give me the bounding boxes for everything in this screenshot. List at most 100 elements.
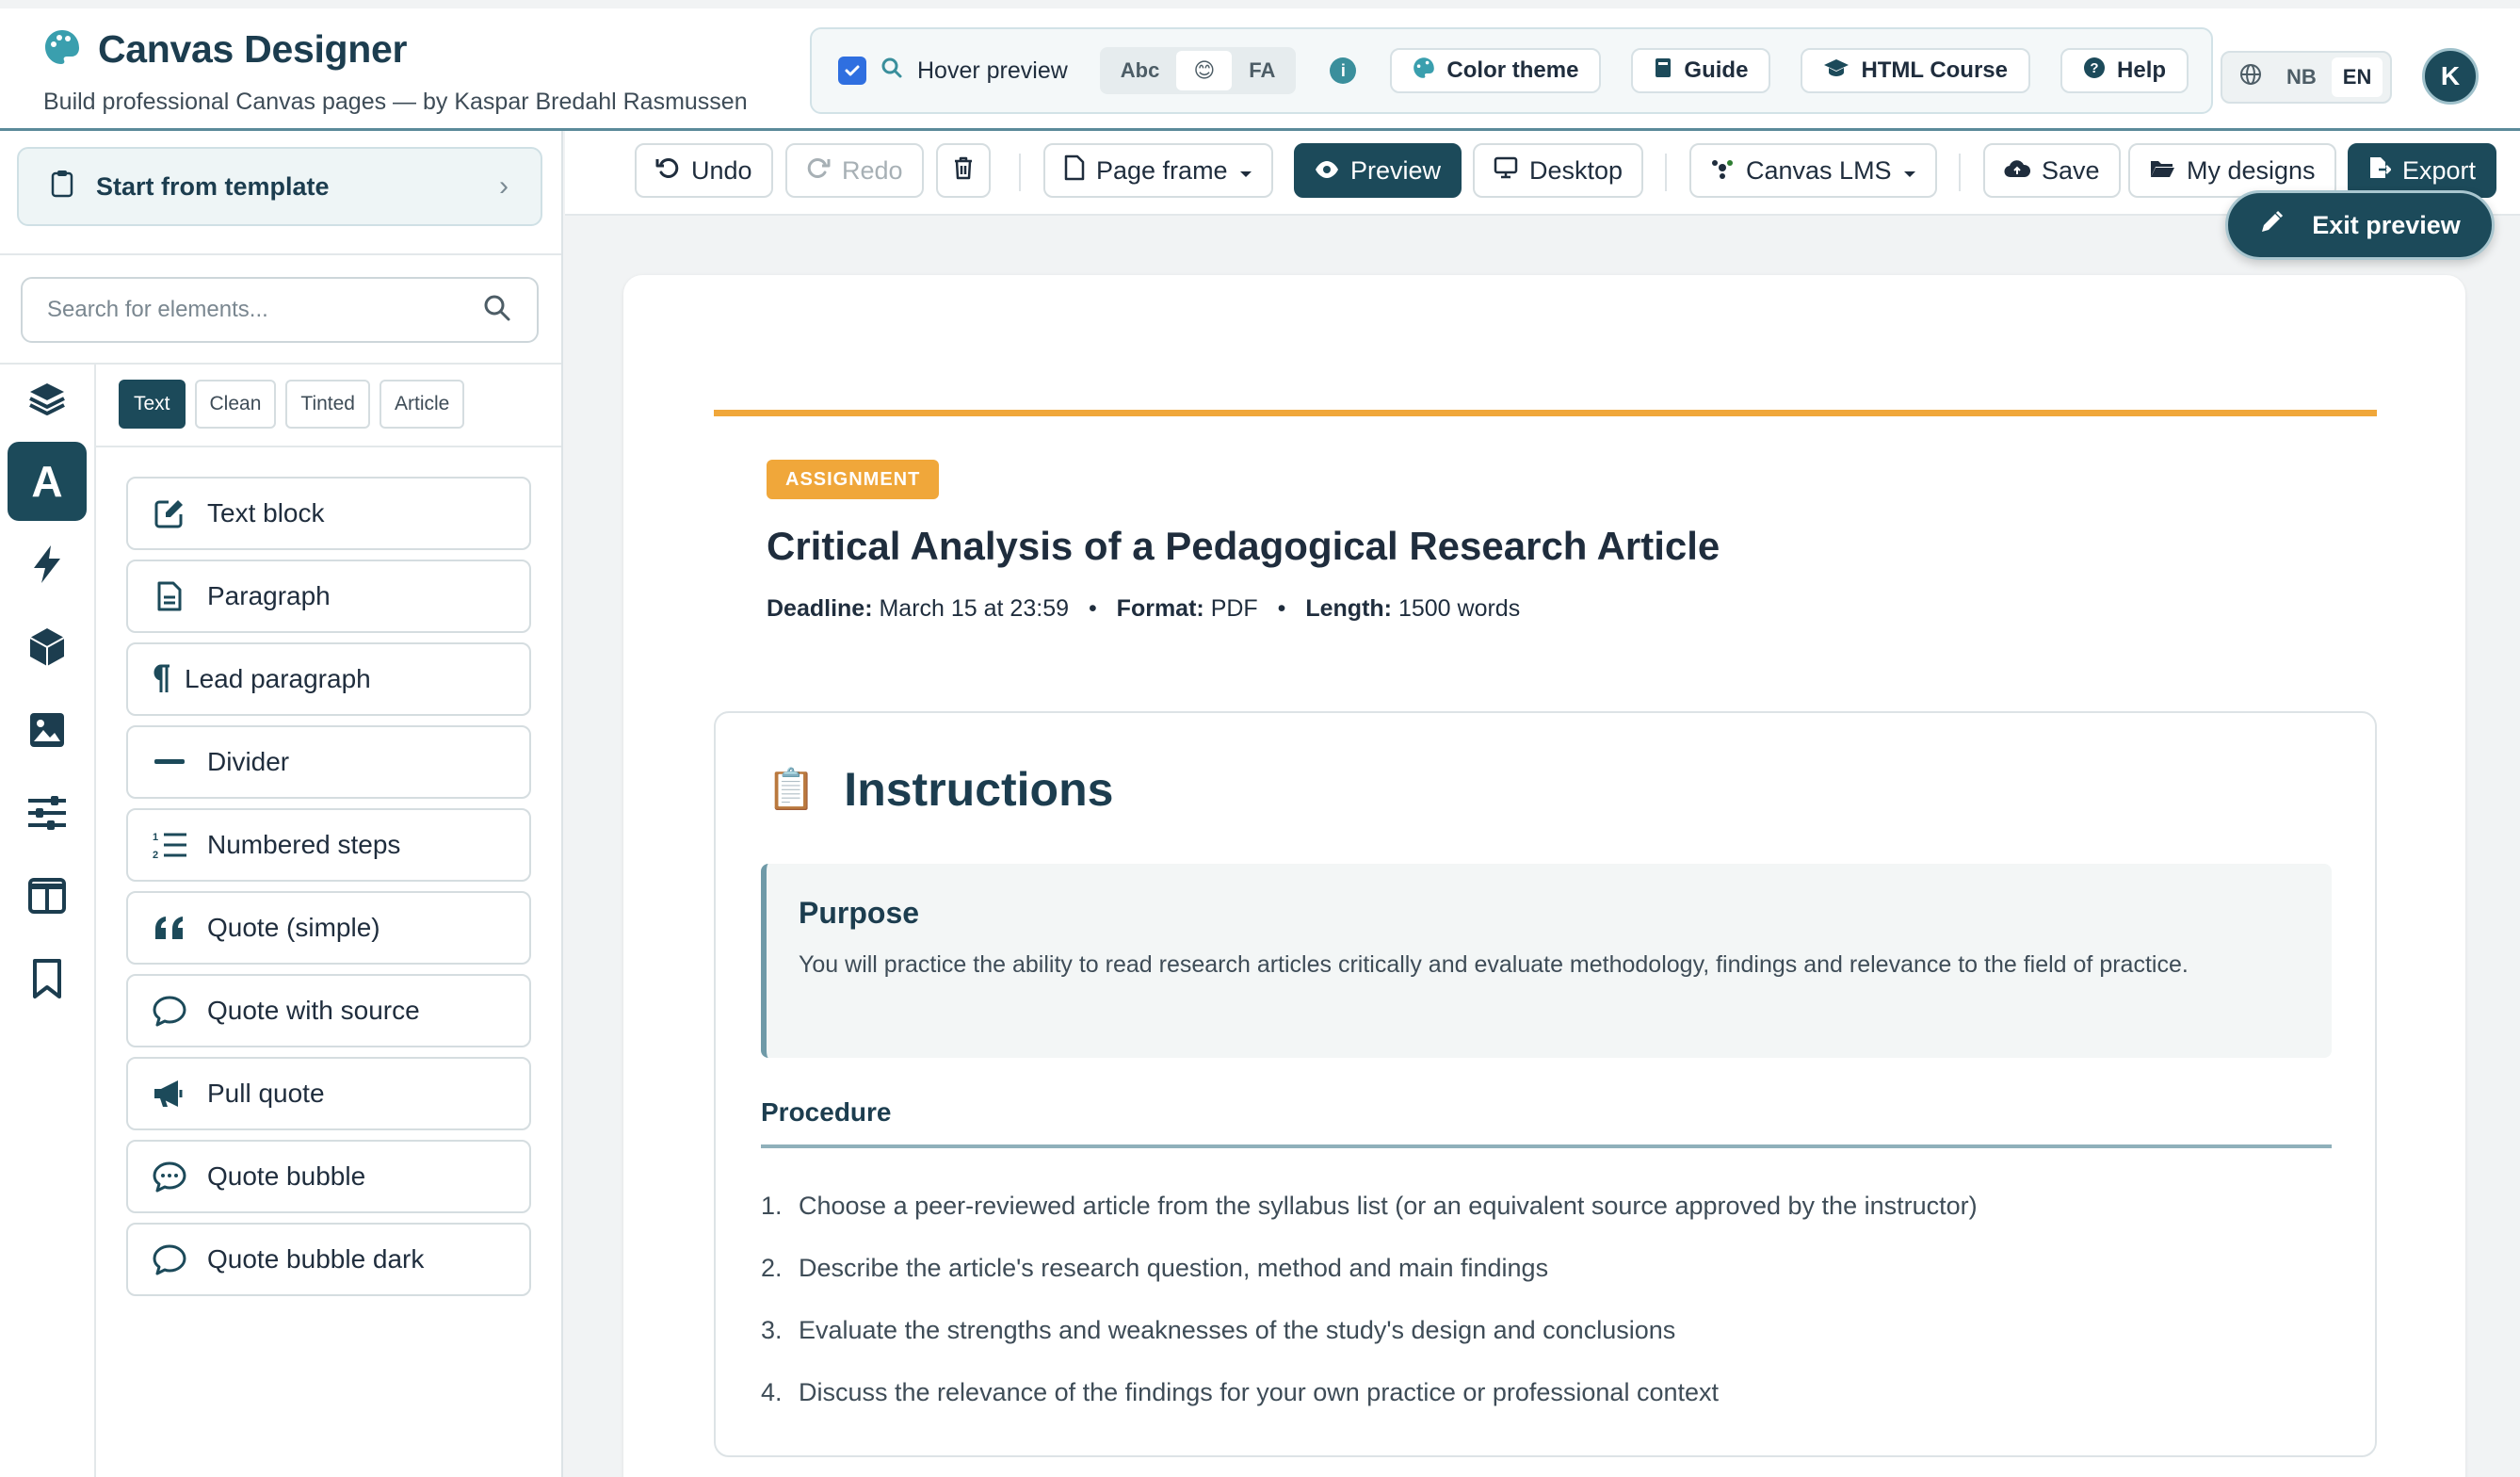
columns-icon[interactable] bbox=[8, 856, 87, 935]
exit-preview-button[interactable]: Exit preview bbox=[2225, 190, 2495, 260]
preview-page: ASSIGNMENT Critical Analysis of a Pedago… bbox=[623, 275, 2465, 1477]
pencil-icon bbox=[2259, 210, 2284, 241]
page-frame-label: Page frame bbox=[1096, 155, 1228, 185]
divider bbox=[1959, 154, 1961, 191]
caret-down-icon bbox=[1239, 156, 1252, 186]
avatar[interactable]: K bbox=[2422, 48, 2479, 105]
desktop-button[interactable]: Desktop bbox=[1473, 143, 1644, 198]
app-subtitle: Build professional Canvas pages — by Kas… bbox=[43, 89, 748, 115]
guide-button[interactable]: Guide bbox=[1631, 48, 1771, 93]
language-nb[interactable]: NB bbox=[2275, 57, 2328, 97]
palette-icon bbox=[43, 28, 81, 71]
redo-icon bbox=[806, 155, 831, 187]
meta-separator: • bbox=[1277, 595, 1286, 622]
format-value: PDF bbox=[1210, 595, 1258, 622]
icon-set-fa[interactable]: FA bbox=[1232, 51, 1292, 90]
divider bbox=[0, 253, 561, 255]
my-designs-label: My designs bbox=[2187, 155, 2316, 185]
export-label: Export bbox=[2402, 155, 2477, 185]
cube-icon[interactable] bbox=[8, 608, 87, 687]
cloud-upload-icon bbox=[2004, 156, 2031, 186]
palette-icon bbox=[1413, 57, 1435, 86]
hover-preview-toggle[interactable]: Hover preview bbox=[838, 56, 1068, 87]
editor-toolbar: Undo Redo Page frame Preview Desktop Can… bbox=[565, 131, 2520, 216]
tab-text[interactable]: Text bbox=[119, 380, 186, 429]
tab-clean[interactable]: Clean bbox=[194, 380, 277, 429]
bookmark-icon[interactable] bbox=[8, 939, 87, 1018]
eye-icon bbox=[1315, 156, 1339, 186]
purpose-text: You will practice the ability to read re… bbox=[799, 951, 2189, 978]
element-quote-bubble-dark[interactable]: Quote bubble dark bbox=[126, 1223, 531, 1296]
element-label: Lead paragraph bbox=[185, 664, 371, 693]
help-button[interactable]: ? Help bbox=[2060, 48, 2189, 93]
sliders-icon[interactable] bbox=[8, 773, 87, 852]
element-paragraph[interactable]: Paragraph bbox=[126, 560, 531, 633]
element-quote-with-source[interactable]: Quote with source bbox=[126, 974, 531, 1047]
divider bbox=[96, 446, 561, 447]
monitor-icon bbox=[1494, 156, 1518, 186]
delete-button[interactable] bbox=[936, 143, 991, 198]
undo-button[interactable]: Undo bbox=[635, 143, 773, 198]
procedure-steps: 1. Choose a peer-reviewed article from th… bbox=[761, 1175, 2332, 1423]
edit-icon bbox=[153, 497, 186, 529]
header-toolbox: Hover preview Abc 😊 FA i Color theme Gui… bbox=[810, 27, 2213, 114]
preview-button[interactable]: Preview bbox=[1294, 143, 1462, 198]
element-text-block[interactable]: Text block bbox=[126, 477, 531, 550]
bolt-icon[interactable] bbox=[8, 525, 87, 604]
element-list: Text block Paragraph Lead paragraph Divi… bbox=[126, 477, 531, 1306]
start-from-template-button[interactable]: Start from template › bbox=[17, 147, 542, 226]
redo-label: Redo bbox=[842, 155, 903, 185]
instructions-title: Instructions bbox=[844, 763, 1114, 816]
html-course-button[interactable]: HTML Course bbox=[1801, 48, 2031, 93]
divider bbox=[1019, 154, 1021, 191]
list-item: 3. Evaluate the strengths and weaknesses … bbox=[761, 1315, 1676, 1344]
element-numbered-steps[interactable]: 12 Numbered steps bbox=[126, 808, 531, 882]
checkbox-checked-icon[interactable] bbox=[838, 57, 866, 85]
save-button[interactable]: Save bbox=[1983, 143, 2121, 198]
format-label: Format: bbox=[1116, 595, 1204, 622]
brand: Canvas Designer Build professional Canva… bbox=[43, 27, 748, 116]
text-icon[interactable]: A bbox=[8, 442, 87, 521]
element-divider[interactable]: Divider bbox=[126, 725, 531, 799]
document-icon bbox=[153, 580, 186, 612]
element-quote-simple[interactable]: Quote (simple) bbox=[126, 891, 531, 965]
icon-set-abc[interactable]: Abc bbox=[1104, 51, 1177, 90]
minus-icon bbox=[153, 759, 186, 765]
app-header: Canvas Designer Build professional Canva… bbox=[0, 8, 2520, 131]
search-input[interactable] bbox=[47, 297, 482, 323]
pilcrow-icon bbox=[153, 664, 171, 694]
color-theme-label: Color theme bbox=[1446, 57, 1579, 83]
accent-divider bbox=[714, 410, 2377, 416]
exit-preview-label: Exit preview bbox=[2312, 210, 2461, 239]
canvas-lms-icon bbox=[1710, 155, 1735, 187]
icon-set-emoji[interactable]: 😊 bbox=[1176, 51, 1233, 90]
image-icon[interactable] bbox=[8, 690, 87, 770]
color-theme-button[interactable]: Color theme bbox=[1390, 48, 1602, 93]
graduation-cap-icon bbox=[1823, 57, 1850, 85]
step-text: Evaluate the strengths and weaknesses of… bbox=[799, 1315, 1676, 1344]
element-pull-quote[interactable]: Pull quote bbox=[126, 1057, 531, 1130]
tab-article[interactable]: Article bbox=[379, 380, 465, 429]
svg-text:A: A bbox=[31, 461, 62, 502]
element-quote-bubble[interactable]: Quote bubble bbox=[126, 1140, 531, 1213]
element-label: Quote (simple) bbox=[207, 913, 380, 942]
icon-set-switch: Abc 😊 FA bbox=[1099, 47, 1297, 94]
assignment-badge: ASSIGNMENT bbox=[767, 460, 940, 499]
language-en[interactable]: EN bbox=[2331, 57, 2383, 97]
canvas-lms-dropdown[interactable]: Canvas LMS bbox=[1689, 143, 1937, 198]
list-item: 2. Describe the article's research questi… bbox=[761, 1253, 1549, 1282]
element-label: Numbered steps bbox=[207, 830, 401, 859]
procedure-title: Procedure bbox=[761, 1097, 892, 1127]
tab-tinted[interactable]: Tinted bbox=[285, 380, 370, 429]
hover-preview-label: Hover preview bbox=[917, 57, 1068, 84]
page-frame-dropdown[interactable]: Page frame bbox=[1043, 143, 1273, 198]
layers-icon[interactable] bbox=[8, 359, 87, 438]
app-title: Canvas Designer bbox=[98, 27, 408, 71]
info-icon[interactable]: i bbox=[1330, 57, 1357, 84]
search-icon[interactable] bbox=[482, 293, 512, 328]
redo-button[interactable]: Redo bbox=[785, 143, 924, 198]
numbered-list-icon: 12 bbox=[153, 830, 186, 860]
step-text: Choose a peer-reviewed article from the … bbox=[799, 1191, 1978, 1220]
help-label: Help bbox=[2117, 57, 2167, 83]
element-lead-paragraph[interactable]: Lead paragraph bbox=[126, 642, 531, 716]
